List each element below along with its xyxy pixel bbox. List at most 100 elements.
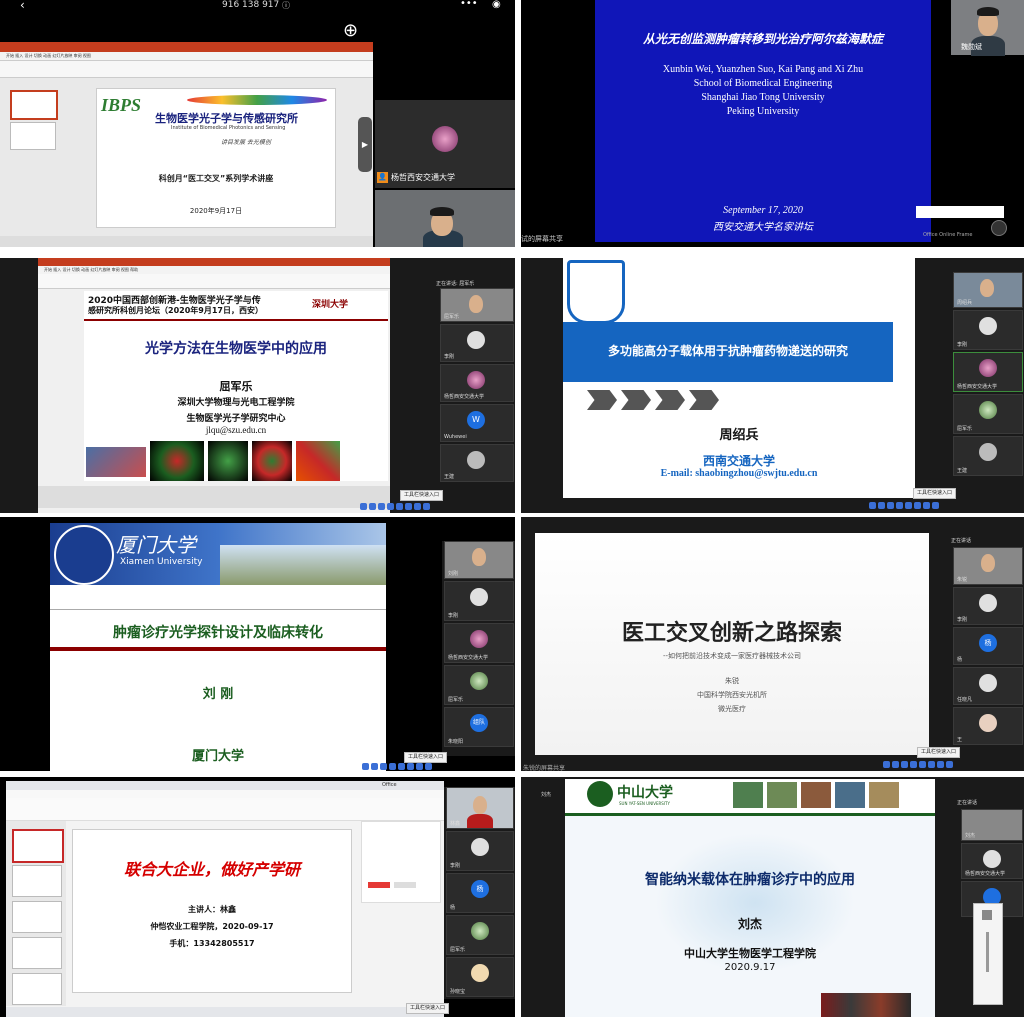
ppt-toolbar — [0, 61, 373, 78]
participant-avatar: W — [467, 411, 485, 429]
slide-canvas: 中山大学 SUN YAT-SEN UNIVERSITY 智能纳米载体在肿瘤诊疗中… — [565, 779, 935, 1017]
participant-tile-5[interactable]: 王建 — [440, 444, 514, 482]
floating-toolbar[interactable] — [973, 903, 1003, 1005]
slide-thumbnail-1[interactable] — [12, 829, 64, 863]
participant-tile-1[interactable]: 周绍兵 — [953, 272, 1023, 308]
toolbar-quick-entry-button[interactable]: 工具栏快速入口 — [400, 490, 444, 501]
tile-label: 王建 — [957, 468, 968, 474]
logo-icon — [991, 220, 1007, 236]
participant-tile-5[interactable]: 孙晓宝 — [446, 957, 514, 997]
meeting-toolbar[interactable] — [362, 763, 432, 770]
slide-thumbnail-2[interactable] — [12, 865, 62, 897]
institute-subtitle: Institute of Biomedical Photonics and Se… — [171, 125, 286, 131]
image-5 — [296, 441, 340, 481]
participant-tile-2[interactable]: 杨哲西安交通大学 — [961, 843, 1023, 879]
participant-tile-3[interactable]: 杨哲西安交通大学 — [953, 352, 1023, 392]
slide-thumbnail-4[interactable] — [12, 937, 62, 969]
toolbar-quick-entry-button[interactable]: 工具栏快速入口 — [404, 752, 448, 763]
participant-tile-3[interactable]: 杨 杨 — [953, 627, 1023, 665]
toolbar-quick-entry-button[interactable]: 工具栏快速入口 — [406, 1003, 450, 1014]
participant-tile-5[interactable]: 王建 — [953, 436, 1023, 476]
panel-button-1[interactable] — [368, 882, 390, 888]
speaker-video-tile[interactable]: 魏勋斌 — [951, 0, 1024, 56]
panel-button-2[interactable] — [394, 882, 416, 888]
speaker-name: 魏勋斌 — [961, 43, 982, 51]
participant-tile-2[interactable]: 李刚 — [953, 587, 1023, 625]
user-icon: 👤 — [377, 172, 388, 183]
pen-tool-icon[interactable] — [982, 910, 992, 920]
share-caption: 试的屏幕共享 — [521, 235, 563, 243]
participant-tile-2[interactable]: 李刚 — [953, 310, 1023, 350]
participant-tile-4[interactable]: 屈军乐 — [953, 394, 1023, 434]
tile-label: 杨哲西安交通大学 — [444, 394, 485, 400]
participant-tile-3[interactable]: 杨哲西安交通大学 — [440, 364, 514, 402]
participant-tile-2[interactable]: 李刚 — [446, 831, 514, 871]
tile-label: 王 — [957, 737, 963, 743]
tile-label: 杨 — [450, 905, 456, 911]
person-hair — [430, 207, 454, 216]
participant-tile-1[interactable]: 屈军乐 — [440, 288, 514, 322]
participant-sidebar: 林鑫 李刚 杨 杨 屈军乐 孙晓宝 — [444, 787, 515, 999]
collapse-panel-handle[interactable]: ▶ — [358, 117, 372, 172]
participant-tile-4[interactable]: 屈军乐 — [446, 915, 514, 955]
slide-thumbnail-5[interactable] — [12, 973, 62, 1005]
participant-tile-3[interactable]: 杨哲西安交通大学 — [444, 623, 514, 663]
arrow-4 — [689, 390, 719, 410]
back-chevron-icon[interactable]: ‹ — [20, 0, 25, 12]
toolbar-quick-entry-button[interactable]: 工具栏快速入口 — [917, 747, 961, 758]
pointer-tool-icon[interactable] — [986, 932, 989, 972]
arrow-1 — [587, 390, 617, 410]
institute-title: 生物医学光子学与传感研究所 — [155, 112, 298, 125]
participant-tile-5[interactable]: 王 — [953, 707, 1023, 745]
slide-thumbnail-2[interactable] — [10, 122, 56, 150]
participant-sidebar: 周绍兵 李刚 杨哲西安交通大学 屈军乐 王建 — [951, 272, 1024, 488]
tile-label: 李刚 — [448, 613, 459, 619]
participant-avatar: 组队 — [470, 714, 488, 732]
slide-thumbnail-1[interactable] — [10, 90, 58, 120]
header-photo-2 — [767, 782, 797, 808]
participant-tile-2[interactable]: 李刚 — [440, 324, 514, 362]
phone: 手机：13342805517 — [169, 939, 255, 948]
participant-tile-5[interactable]: 组队 朱晓阳 — [444, 707, 514, 747]
record-icon[interactable]: ◉ — [492, 0, 501, 10]
participant-tile-1[interactable]: 👤 杨哲西安交通大学 — [375, 100, 515, 188]
logo-chinese: 厦门大学 — [116, 533, 196, 557]
participant-avatar — [471, 838, 489, 856]
more-icon[interactable]: ••• — [460, 0, 478, 9]
panel-3-share: 开始 插入 设计 切换 动画 幻灯片放映 审阅 视图 帮助 2020中国西部创新… — [0, 258, 515, 513]
meeting-toolbar[interactable] — [360, 503, 430, 510]
slide-date: September 17, 2020 — [723, 205, 803, 216]
share-caption: 朱锐的屏幕共享 — [523, 765, 566, 771]
participant-sidebar: 刘刚 李刚 杨哲西安交通大学 屈军乐 组队 朱晓阳 — [442, 541, 515, 756]
slide-thumbnail-strip[interactable] — [38, 486, 390, 508]
slide-thumbnail-3[interactable] — [12, 901, 62, 933]
participant-tile-1[interactable]: 刘杰 — [961, 809, 1023, 841]
participant-avatar — [979, 594, 997, 612]
meeting-toolbar[interactable] — [869, 502, 939, 509]
toolbar-quick-entry-button[interactable]: 工具栏快速入口 — [913, 488, 957, 499]
speaker-name: 刘杰 — [737, 917, 762, 931]
info-icon[interactable]: ⓘ — [282, 0, 290, 11]
participant-tile-3[interactable]: 杨 杨 — [446, 873, 514, 913]
tile-label: 杨哲西安交通大学 — [965, 871, 1006, 877]
slide-title: 多功能高分子载体用于抗肿瘤药物递送的研究 — [607, 344, 848, 358]
participant-tile-1[interactable]: 林鑫 — [446, 787, 514, 829]
participant-avatar — [979, 674, 997, 692]
participant-tile-2[interactable]: 李刚 — [444, 581, 514, 621]
participant-tile-4[interactable]: 屈军乐 — [444, 665, 514, 705]
participant-avatar — [432, 126, 458, 152]
meeting-toolbar[interactable] — [883, 761, 953, 768]
participant-tile-4[interactable]: 任晓凡 — [953, 667, 1023, 705]
participant-tile-4[interactable]: W Wuhewei — [440, 404, 514, 442]
participant-tile-1[interactable]: 刘刚 — [444, 541, 514, 579]
participant-tile-1[interactable]: 朱锐 — [953, 547, 1023, 585]
participant-video-tile[interactable] — [375, 190, 515, 247]
microscopy-images — [86, 441, 384, 481]
person-face — [980, 279, 994, 297]
participant-avatar — [470, 672, 488, 690]
affiliation-2: 生物医学光子学研究中心 — [186, 414, 286, 424]
affiliation: 中国科学院西安光机所 — [697, 691, 767, 699]
tile-label: 朱晓阳 — [448, 739, 464, 745]
wps-menu-bar — [6, 790, 444, 798]
zoom-in-button[interactable]: ⊕ — [343, 20, 371, 46]
